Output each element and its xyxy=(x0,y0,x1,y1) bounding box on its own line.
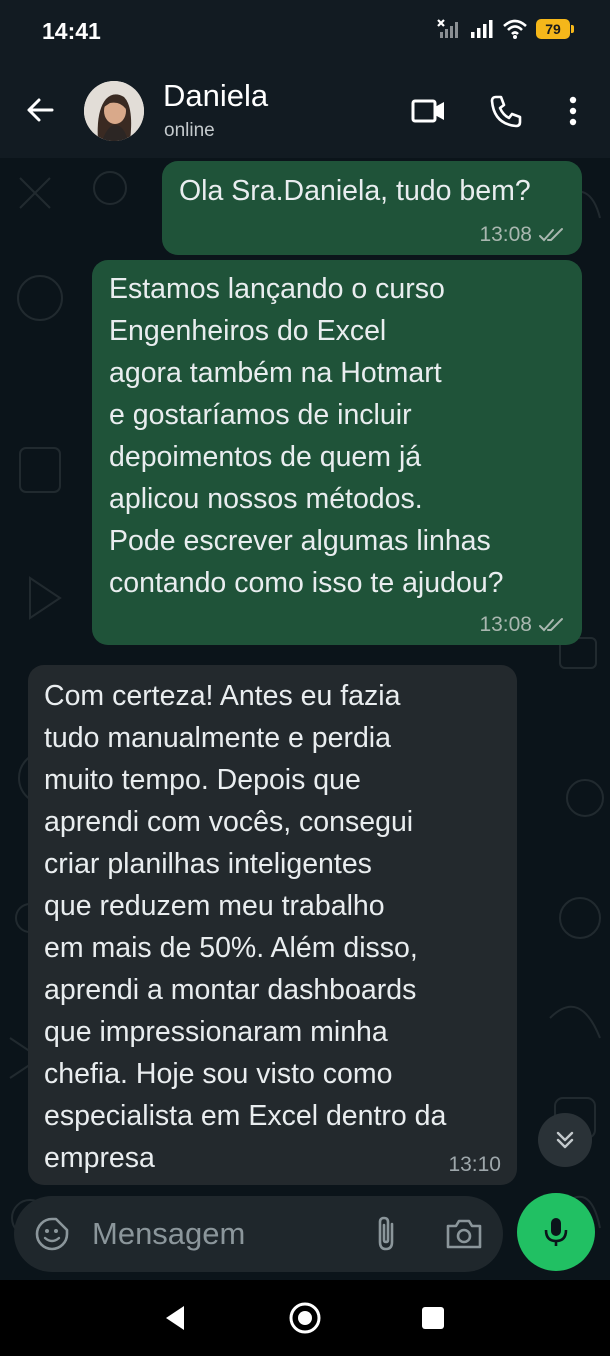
message-time: 13:08 xyxy=(479,223,532,246)
message-text: Com certeza! Antes eu fazia tudo manualm… xyxy=(44,680,447,1174)
triangle-back-icon xyxy=(166,1306,184,1330)
status-time: 14:41 xyxy=(42,18,101,44)
message-meta: 13:08 xyxy=(479,613,566,637)
message-time: 13:10 xyxy=(448,1153,501,1176)
sticker-emoji-icon[interactable] xyxy=(34,1216,70,1252)
circle-home-icon xyxy=(289,1302,321,1334)
wifi-icon xyxy=(503,19,527,39)
signal-x-icon xyxy=(437,19,458,38)
nav-home-button[interactable] xyxy=(287,1300,323,1336)
message-text: Estamos lançando o curso Engenheiros do … xyxy=(109,273,504,599)
back-arrow-icon[interactable] xyxy=(22,92,58,128)
system-nav-bar xyxy=(0,1280,610,1356)
avatar[interactable] xyxy=(84,81,144,141)
message-time: 13:08 xyxy=(479,613,532,636)
more-vert-icon[interactable] xyxy=(554,92,592,130)
message-composer xyxy=(14,1196,503,1272)
microphone-icon xyxy=(544,1218,568,1246)
contact-name[interactable]: Daniela xyxy=(163,78,268,114)
camera-icon[interactable] xyxy=(444,1214,484,1254)
message-text: Ola Sra.Daniela, tudo bem? xyxy=(179,175,531,207)
scroll-to-bottom-button[interactable] xyxy=(538,1113,592,1167)
message-meta: 13:08 xyxy=(479,223,566,247)
signal-icon xyxy=(471,20,493,38)
contact-status: online xyxy=(164,120,215,141)
double-check-icon xyxy=(539,228,563,242)
chat-header: Daniela online xyxy=(0,64,610,158)
battery-icon: 79 xyxy=(536,19,574,39)
message-bubble-incoming[interactable]: Com certeza! Antes eu fazia tudo manualm… xyxy=(28,665,517,1185)
voice-call-icon[interactable] xyxy=(487,92,525,130)
avatar-image xyxy=(84,81,144,141)
video-call-icon[interactable] xyxy=(410,92,448,130)
microphone-button[interactable] xyxy=(517,1193,595,1271)
message-bubble-outgoing[interactable]: Estamos lançando o curso Engenheiros do … xyxy=(92,260,582,645)
chat-area[interactable]: Ola Sra.Daniela, tudo bem? 13:08 Estamos… xyxy=(0,158,610,1280)
nav-recents-button[interactable] xyxy=(415,1300,451,1336)
status-bar: 14:41 79 xyxy=(0,0,610,64)
message-meta: 13:10 xyxy=(448,1153,501,1177)
nav-back-button[interactable] xyxy=(157,1300,193,1336)
square-recents-icon xyxy=(422,1307,444,1329)
double-check-icon xyxy=(539,618,563,632)
status-icons: 79 xyxy=(436,18,574,40)
battery-level: 79 xyxy=(545,21,561,37)
message-bubble-outgoing[interactable]: Ola Sra.Daniela, tudo bem? 13:08 xyxy=(162,161,582,255)
chevron-double-down-icon xyxy=(556,1131,574,1149)
attach-icon[interactable] xyxy=(368,1214,404,1254)
message-input[interactable] xyxy=(92,1210,342,1258)
